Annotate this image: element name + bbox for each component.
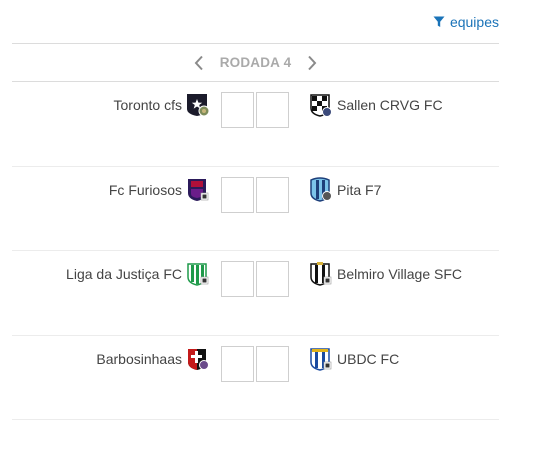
home-team-name: Liga da Justiça FC xyxy=(66,266,182,282)
team-crest-icon xyxy=(185,92,211,118)
team-crest-icon xyxy=(308,92,334,118)
previous-round-button[interactable] xyxy=(192,54,206,72)
match-list: Toronto cfs Sallen CRVG FC Fc Furiosos P… xyxy=(12,82,499,420)
chevron-right-icon xyxy=(308,55,317,70)
home-team[interactable]: Toronto cfs xyxy=(114,92,211,118)
away-team-name: Sallen CRVG FC xyxy=(337,97,443,113)
filter-icon xyxy=(433,16,445,28)
home-score-input[interactable] xyxy=(221,92,254,128)
match-row: Barbosinhaas UBDC FC xyxy=(12,336,499,420)
round-title: RODADA 4 xyxy=(219,55,292,70)
away-team-name: Belmiro Village SFC xyxy=(337,266,463,282)
round-navigator: RODADA 4 xyxy=(12,43,499,82)
teams-filter-link[interactable]: equipes xyxy=(433,14,499,30)
away-score-input[interactable] xyxy=(256,92,289,128)
match-row: Fc Furiosos Pita F7 xyxy=(12,167,499,251)
away-score-input[interactable] xyxy=(256,176,289,213)
away-team-name: Pita F7 xyxy=(337,181,382,198)
team-crest-icon xyxy=(185,261,211,287)
home-team-name: Barbosinhaas xyxy=(96,350,182,367)
home-score-input[interactable] xyxy=(221,176,254,213)
next-round-button[interactable] xyxy=(305,54,319,72)
team-crest-icon xyxy=(308,261,334,287)
home-team[interactable]: Fc Furiosos xyxy=(109,177,211,203)
away-team[interactable]: UBDC FC xyxy=(308,346,399,372)
home-score-input[interactable] xyxy=(221,261,254,297)
away-score-input[interactable] xyxy=(256,345,289,382)
home-team[interactable]: Liga da Justiça FC xyxy=(66,261,211,287)
team-crest-icon xyxy=(308,346,334,372)
away-team-name: UBDC FC xyxy=(337,350,400,367)
team-crest-icon xyxy=(185,346,211,372)
away-team[interactable]: Belmiro Village SFC xyxy=(308,261,462,287)
team-crest-icon xyxy=(308,176,334,203)
away-team[interactable]: Pita F7 xyxy=(308,176,382,203)
match-row: Liga da Justiça FC Belmiro Village SFC xyxy=(12,251,499,336)
away-score-input[interactable] xyxy=(256,261,289,297)
home-score-input[interactable] xyxy=(221,345,254,382)
chevron-left-icon xyxy=(194,55,203,70)
team-crest-icon xyxy=(185,177,211,203)
match-row: Toronto cfs Sallen CRVG FC xyxy=(12,82,499,167)
home-team-name: Fc Furiosos xyxy=(108,181,182,198)
home-team-name: Toronto cfs xyxy=(113,97,182,113)
away-team[interactable]: Sallen CRVG FC xyxy=(308,92,443,118)
page: equipes RODADA 4 Toronto cfs Sallen CRVG… xyxy=(0,0,551,461)
home-team[interactable]: Barbosinhaas xyxy=(96,346,211,372)
teams-filter-label: equipes xyxy=(449,14,499,30)
